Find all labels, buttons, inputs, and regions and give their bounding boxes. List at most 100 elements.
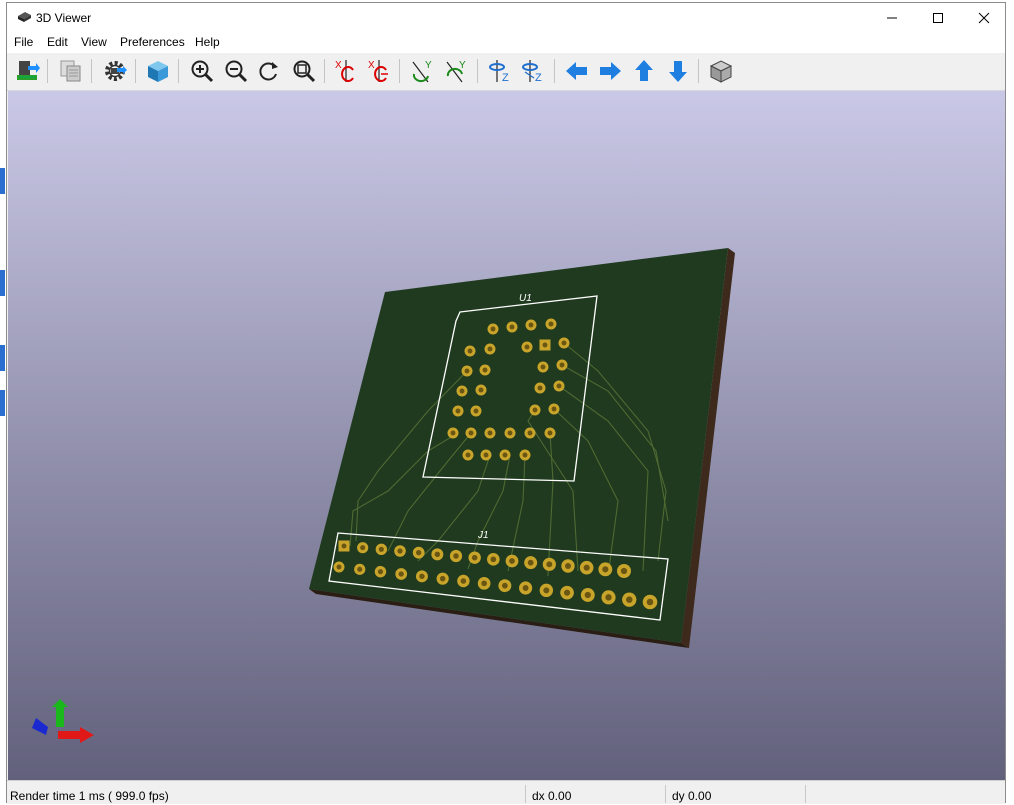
zoom-fit-icon [293, 60, 316, 83]
gear-icon [105, 61, 127, 81]
background-window-edge [0, 390, 5, 416]
reload-board-icon [17, 61, 40, 80]
rotate-z-cw-button[interactable]: Z [486, 57, 514, 85]
pad-hole [481, 580, 487, 587]
axis-gizmo [32, 699, 94, 743]
pad-hole [583, 564, 590, 571]
svg-text:X: X [368, 60, 375, 71]
pad-hole [467, 348, 473, 354]
pad-hole [416, 550, 422, 556]
menu-file[interactable]: File [14, 35, 33, 49]
pad-hole [528, 322, 534, 328]
redraw-icon [259, 62, 278, 81]
pan-right-button[interactable] [596, 57, 624, 85]
pad-hole [464, 368, 470, 374]
dy-status: dy 0.00 [672, 789, 712, 803]
pad-hole [620, 567, 628, 575]
pad-hole [522, 452, 528, 458]
viewer-window: 3D Viewer File Edit View Preferences Hel… [6, 2, 1006, 804]
pad-hole [378, 546, 384, 552]
status-bar: Render time 1 ms ( 999.0 fps) dx 0.00 dy… [7, 780, 1005, 804]
menu-preferences[interactable]: Preferences [120, 35, 185, 49]
pad-hole [532, 407, 538, 413]
pan-up-button[interactable] [630, 57, 658, 85]
pan-down-button[interactable] [664, 57, 692, 85]
pad-hole [548, 321, 554, 327]
pad-hole [564, 562, 572, 570]
svg-text:Z: Z [502, 72, 509, 84]
background-window-edge [0, 345, 5, 371]
rotate-z-ccw-button[interactable]: Z [519, 57, 547, 85]
zoom-fit-button[interactable] [290, 57, 318, 85]
ortho-toggle-button[interactable] [707, 57, 735, 85]
pad-hole [483, 452, 489, 458]
pad-hole [490, 556, 497, 563]
pad-hole [482, 367, 488, 373]
minimize-button[interactable] [869, 3, 915, 32]
zoom-out-button[interactable] [222, 57, 250, 85]
svg-text:Y: Y [425, 60, 432, 71]
zoom-in-icon [191, 60, 214, 83]
zoom-out-icon [225, 60, 248, 83]
copy-image-button[interactable] [57, 57, 85, 85]
arrow-up-icon [635, 60, 653, 81]
window-title: 3D Viewer [36, 11, 92, 25]
reload-board-button[interactable] [13, 57, 41, 85]
rotate-y-cw-button[interactable]: Y [409, 57, 437, 85]
pad-hole [542, 342, 548, 348]
pad-hole [360, 545, 366, 551]
pad-hole [398, 571, 404, 577]
pad-hole [559, 362, 565, 368]
redraw-button[interactable] [255, 57, 283, 85]
close-button[interactable] [961, 3, 1007, 32]
pad-hole [473, 408, 479, 414]
pad-hole [478, 387, 484, 393]
maximize-icon [933, 12, 943, 23]
rotate-x-cw-button[interactable]: X [332, 57, 360, 85]
pad-hole [543, 587, 550, 594]
pad-hole [434, 551, 441, 558]
menu-help[interactable]: Help [195, 35, 220, 49]
settings-button[interactable] [101, 57, 129, 85]
pan-left-button[interactable] [563, 57, 591, 85]
pad-hole [471, 554, 478, 561]
pad-hole [540, 364, 546, 370]
pad-hole [455, 408, 461, 414]
app-chip-icon [18, 12, 31, 22]
rotate-y-ccw-button[interactable]: Y [443, 57, 471, 85]
pad-hole [551, 406, 557, 412]
pad-hole [507, 430, 513, 436]
svg-text:Z: Z [535, 72, 542, 84]
title-bar[interactable]: 3D Viewer [7, 3, 1005, 32]
rotate-x-ccw-button[interactable]: X [365, 57, 393, 85]
pad-hole [450, 430, 456, 436]
3d-viewport[interactable]: U1 J1 [8, 91, 1005, 780]
svg-text:X: X [335, 60, 342, 71]
rotate-y-ccw-icon: Y [446, 60, 466, 83]
pad-hole [556, 383, 562, 389]
rotate-y-cw-icon: Y [412, 60, 432, 83]
cube-render-icon [148, 61, 168, 82]
pcb-scene[interactable]: U1 J1 [8, 91, 1005, 780]
zoom-in-button[interactable] [188, 57, 216, 85]
toolbar: X X Y Y Z Z [7, 53, 1005, 91]
pad-hole [439, 575, 446, 582]
pad-hole [522, 585, 529, 591]
menu-view[interactable]: View [81, 35, 107, 49]
pad-hole [357, 566, 363, 572]
arrow-down-icon [669, 61, 687, 82]
pad-hole [419, 573, 425, 580]
pad-hole [465, 452, 471, 458]
raytracing-button[interactable] [144, 57, 172, 85]
maximize-button[interactable] [915, 3, 961, 32]
pad-hole [584, 591, 591, 599]
pad-hole [524, 344, 530, 350]
pad-hole [459, 388, 465, 394]
rotate-z-cw-icon: Z [489, 60, 509, 84]
pad-hole [460, 578, 467, 584]
pad-hole [341, 543, 347, 549]
j1-ref-label: J1 [477, 530, 489, 541]
menu-edit[interactable]: Edit [47, 35, 68, 49]
pad-hole [547, 430, 553, 436]
pad-hole [626, 596, 633, 603]
